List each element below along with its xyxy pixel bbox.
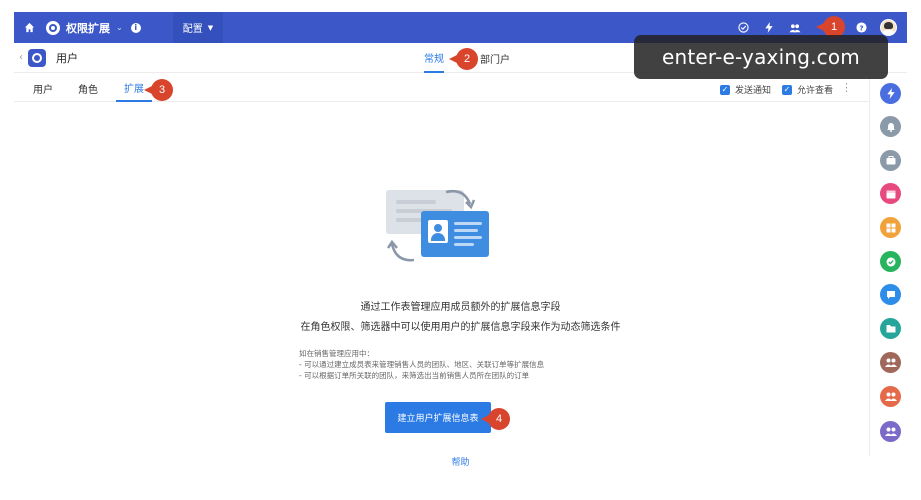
tab-extension-label: 扩展	[124, 84, 144, 95]
tab-users[interactable]: 用户	[33, 75, 53, 102]
group-icon[interactable]	[880, 352, 901, 373]
allow-view-label: 允许查看	[797, 86, 834, 96]
group-icon[interactable]	[880, 421, 901, 442]
svg-text:?: ?	[859, 23, 863, 32]
calendar-icon[interactable]	[880, 183, 901, 204]
right-rail	[869, 76, 907, 456]
tab-roles[interactable]: 角色	[78, 75, 98, 102]
briefcase-icon[interactable]	[880, 150, 901, 171]
app-logo-icon	[46, 20, 60, 35]
description-line-2: 在角色权限、筛选器中可以使用用户的扩展信息字段来作为动态筛选条件	[300, 322, 621, 333]
tab-users-label: 用户	[33, 85, 53, 96]
step-badge-4: 4	[481, 408, 510, 430]
description-line-1: 通过工作表管理应用成员额外的扩展信息字段	[360, 302, 561, 313]
more-options-icon[interactable]: ⋮	[841, 81, 852, 94]
tab-department[interactable]: 部门户	[480, 43, 510, 73]
tab-roles-label: 角色	[78, 85, 98, 96]
note-line: - 可以通过建立成员表来管理销售人员的团队、地区、关联订单等扩展信息	[299, 360, 545, 369]
grid-icon[interactable]	[880, 217, 901, 238]
allow-view-checkbox[interactable]: ✓ 允许查看	[782, 83, 833, 96]
person-icon	[428, 220, 448, 243]
step-badge-3: 3	[144, 79, 173, 101]
lightning-icon[interactable]	[880, 83, 901, 104]
checkbox-checked-icon: ✓	[720, 84, 730, 95]
page-icon	[28, 48, 46, 67]
usage-notes: 如在销售管理应用中： - 可以通过建立成员表来管理销售人员的团队、地区、关联订单…	[299, 348, 544, 381]
note-line: 如在销售管理应用中：	[299, 349, 374, 358]
checkbox-checked-icon: ✓	[782, 84, 792, 95]
info-icon[interactable]: i	[130, 22, 141, 33]
chevron-down-icon[interactable]: ⌄	[116, 23, 123, 32]
group-icon[interactable]	[880, 386, 901, 407]
send-notice-label: 发送通知	[735, 86, 772, 96]
card-front-shape	[421, 211, 489, 257]
watermark-overlay: enter-e-yaxing.com	[634, 35, 888, 79]
create-extension-table-button[interactable]: 建立用户扩展信息表	[385, 402, 491, 433]
user-avatar[interactable]	[880, 19, 897, 36]
home-icon[interactable]	[14, 12, 44, 43]
tab-department-label: 部门户	[480, 54, 510, 66]
config-tab[interactable]: 配置 ▼	[172, 12, 224, 43]
tab-general-label: 常规	[424, 53, 444, 65]
note-line: - 可以根据订单所关联的团队，来筛选出当前销售人员所在团队的订单	[299, 371, 530, 380]
member-card-illustration	[384, 188, 496, 264]
help-link[interactable]: 帮助	[0, 455, 921, 468]
chevron-left-icon[interactable]: ‹	[14, 52, 28, 63]
bell-icon[interactable]	[880, 116, 901, 137]
chevron-down-icon: ▼	[207, 23, 214, 32]
check-icon[interactable]	[880, 251, 901, 272]
config-tab-label: 配置	[182, 24, 203, 35]
send-notice-checkbox[interactable]: ✓ 发送通知	[720, 83, 771, 96]
app-name[interactable]: 权限扩展	[66, 20, 110, 36]
page-title: 用户	[56, 51, 78, 65]
step-badge-2: 2	[449, 48, 478, 70]
tab-general[interactable]: 常规	[424, 43, 444, 73]
